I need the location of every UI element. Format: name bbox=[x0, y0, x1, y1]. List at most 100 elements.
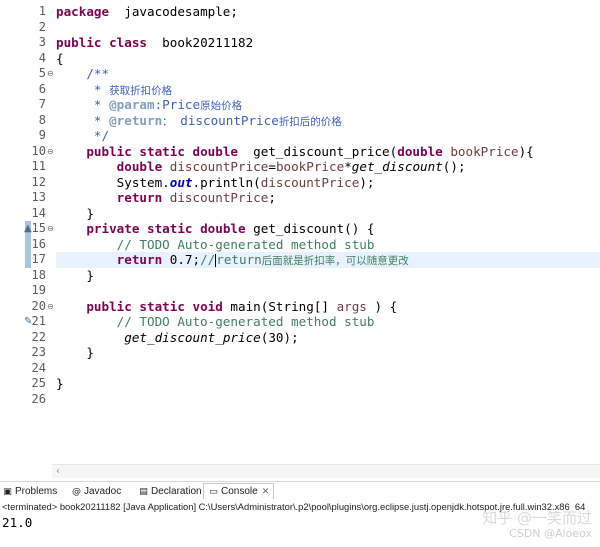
code-token: public static void bbox=[86, 298, 223, 314]
line-number: 2 bbox=[38, 19, 46, 34]
line-number: 3 bbox=[38, 35, 46, 49]
code-line[interactable]: System.out.println(discountPrice); bbox=[56, 175, 600, 191]
line-number: 24 bbox=[31, 360, 46, 375]
task-icon[interactable]: ✎ bbox=[24, 316, 34, 328]
line-number: 12 bbox=[31, 174, 46, 189]
line-number: 23 bbox=[31, 345, 46, 359]
code-token: double bbox=[116, 159, 163, 174]
code-area[interactable]: package javacodesample; public class book… bbox=[52, 0, 600, 478]
code-token: main(String[] bbox=[222, 298, 337, 314]
tab-console[interactable]: ▭ Console ✕ bbox=[203, 483, 275, 499]
line-number: 26 bbox=[31, 391, 46, 406]
code-token: return bbox=[116, 252, 163, 267]
tab-problems[interactable]: ▣ Problems bbox=[2, 484, 57, 500]
code-token: javacodesample; bbox=[109, 4, 238, 19]
code-line[interactable]: */ bbox=[56, 128, 600, 144]
code-token: * bbox=[344, 159, 352, 174]
code-token: discountPrice bbox=[172, 112, 279, 128]
line-number: 17 bbox=[31, 252, 46, 266]
code-line[interactable]: private static double get_discount() { bbox=[56, 221, 600, 237]
code-token: discountPrice bbox=[169, 159, 269, 174]
code-token: { bbox=[56, 50, 64, 66]
scroll-left-icon[interactable]: ‹ bbox=[56, 465, 60, 478]
line-number: 8 bbox=[38, 112, 46, 127]
tab-label: Problems bbox=[15, 486, 58, 497]
override-icon[interactable]: ▲ bbox=[24, 223, 34, 235]
code-line[interactable]: { bbox=[56, 51, 600, 67]
code-line[interactable]: public static void main(String[] args ) … bbox=[56, 299, 600, 315]
tab-declaration[interactable]: ▤ Declaration bbox=[138, 484, 202, 500]
code-line[interactable]: public class book20211182 bbox=[56, 35, 600, 51]
code-token: return bbox=[216, 252, 262, 267]
code-line[interactable]: // TODO Auto-generated method stub bbox=[56, 314, 600, 330]
code-line[interactable] bbox=[56, 283, 600, 299]
code-token: get_discount_price( bbox=[238, 143, 398, 159]
code-token: ： bbox=[162, 115, 173, 128]
code-token: // TODO Auto-generated method stub bbox=[56, 236, 375, 252]
code-line[interactable]: } bbox=[56, 268, 600, 284]
code-line[interactable]: } bbox=[56, 345, 600, 361]
code-token: (30); bbox=[260, 329, 299, 345]
code-line[interactable]: public static double get_discount_price(… bbox=[56, 144, 600, 160]
code-token: 原始价格 bbox=[200, 100, 243, 112]
line-number: 19 bbox=[31, 283, 46, 297]
code-token: 折扣后的价格 bbox=[278, 115, 342, 128]
code-line[interactable]: return discountPrice; bbox=[56, 190, 600, 206]
code-token: */ bbox=[56, 128, 110, 143]
code-line[interactable]: * @return： discountPrice折扣后的价格 bbox=[56, 113, 600, 129]
code-token: 0.7; bbox=[162, 252, 201, 267]
line-number: 16 bbox=[31, 236, 46, 251]
code-line[interactable]: return 0.7;//return后面就是折扣率，可以随意更改 bbox=[56, 252, 600, 268]
code-line[interactable]: double discountPrice=bookPrice*get_disco… bbox=[56, 159, 600, 175]
code-token: .println( bbox=[192, 174, 261, 190]
code-token: } bbox=[56, 267, 94, 283]
code-token: 后面就是折扣率，可以随意更改 bbox=[261, 255, 409, 267]
code-token: // TODO Auto-generated method stub bbox=[56, 314, 375, 329]
code-token: * bbox=[56, 97, 110, 112]
line-number: 1 bbox=[38, 4, 46, 18]
code-line[interactable]: * 获取折扣价格 bbox=[56, 82, 600, 98]
code-line[interactable]: package javacodesample; bbox=[56, 4, 600, 20]
code-token: get_discount() { bbox=[245, 221, 375, 236]
close-icon[interactable]: ✕ bbox=[262, 487, 270, 497]
code-line[interactable]: } bbox=[56, 376, 600, 392]
code-line[interactable]: // TODO Auto-generated method stub bbox=[56, 237, 600, 253]
tab-label: Declaration bbox=[151, 486, 202, 497]
code-line[interactable]: * @param:Price原始价格 bbox=[56, 97, 600, 113]
line-number: 5 bbox=[38, 66, 46, 80]
line-number: 6 bbox=[38, 81, 46, 96]
line-number-gutter[interactable]: 1 2 3 4 5 ⊖ 6 7 8 9 10 ⊖ 11 12 13 14 15 ⊖ ▲ 16 17 18 19 20 ⊖ 21 ✎ 2… bbox=[0, 0, 54, 478]
tab-javadoc[interactable]: @ Javadoc bbox=[71, 484, 121, 500]
horizontal-scrollbar[interactable]: ‹ bbox=[52, 464, 600, 478]
code-token: get_discount_price bbox=[124, 329, 261, 345]
code-token: :Price bbox=[154, 97, 201, 112]
code-line[interactable]: get_discount_price(30); bbox=[56, 330, 600, 346]
code-token: } bbox=[56, 345, 94, 360]
declaration-icon: ▤ bbox=[139, 487, 148, 497]
watermark-csdn: CSDN @Aloeox bbox=[509, 527, 592, 540]
code-token: = bbox=[268, 159, 276, 174]
code-token: public static double bbox=[86, 143, 238, 159]
line-number: 9 bbox=[38, 128, 46, 142]
code-line[interactable] bbox=[56, 361, 600, 377]
code-token: (); bbox=[442, 159, 466, 174]
console-output[interactable]: 21.0 bbox=[2, 515, 32, 531]
code-line[interactable] bbox=[56, 20, 600, 36]
code-editor[interactable]: 1 2 3 4 5 ⊖ 6 7 8 9 10 ⊖ 11 12 13 14 15 ⊖ ▲ 16 17 18 19 20 ⊖ 21 ✎ 2… bbox=[0, 0, 600, 478]
code-token: bookPrice bbox=[275, 159, 345, 174]
code-line[interactable] bbox=[56, 392, 600, 408]
code-token: ){ bbox=[518, 143, 534, 159]
code-token: // bbox=[200, 252, 216, 267]
code-line[interactable]: /** bbox=[56, 66, 600, 82]
tab-label: Console bbox=[221, 486, 258, 497]
code-token: discountPrice bbox=[260, 174, 360, 190]
watermark-zhihu: 知乎 @一笑而过 bbox=[482, 509, 592, 527]
line-number: 7 bbox=[38, 97, 46, 111]
code-token: public class bbox=[56, 35, 147, 50]
code-line[interactable]: } bbox=[56, 206, 600, 222]
